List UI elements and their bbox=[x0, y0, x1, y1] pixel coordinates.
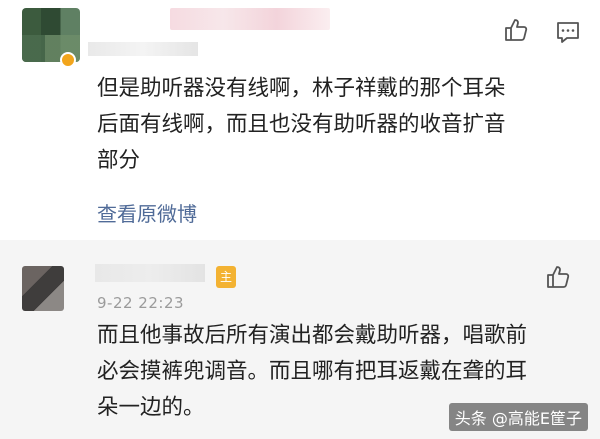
view-original-link[interactable]: 查看原微博 bbox=[97, 198, 197, 227]
username-blurred[interactable] bbox=[170, 8, 330, 30]
watermark: 头条 @高能E筐子 bbox=[448, 403, 588, 431]
username-blurred[interactable] bbox=[95, 264, 205, 282]
avatar[interactable] bbox=[22, 266, 64, 311]
comment-text: 但是助听器没有线啊，林子祥戴的那个耳朵 后面有线啊，而且也没有助听器的收音扩音 … bbox=[97, 76, 506, 173]
like-icon[interactable] bbox=[545, 264, 571, 290]
timestamp-blurred bbox=[88, 42, 198, 56]
reply-icon[interactable] bbox=[555, 19, 581, 45]
comment-card: 但是助听器没有线啊，林子祥戴的那个耳朵 后面有线啊，而且也没有助听器的收音扩音 … bbox=[0, 0, 600, 240]
author-badge: 主 bbox=[216, 266, 237, 288]
timestamp: 9-22 22:23 bbox=[97, 294, 185, 312]
verified-badge-icon bbox=[60, 52, 76, 68]
like-icon[interactable] bbox=[503, 17, 529, 43]
